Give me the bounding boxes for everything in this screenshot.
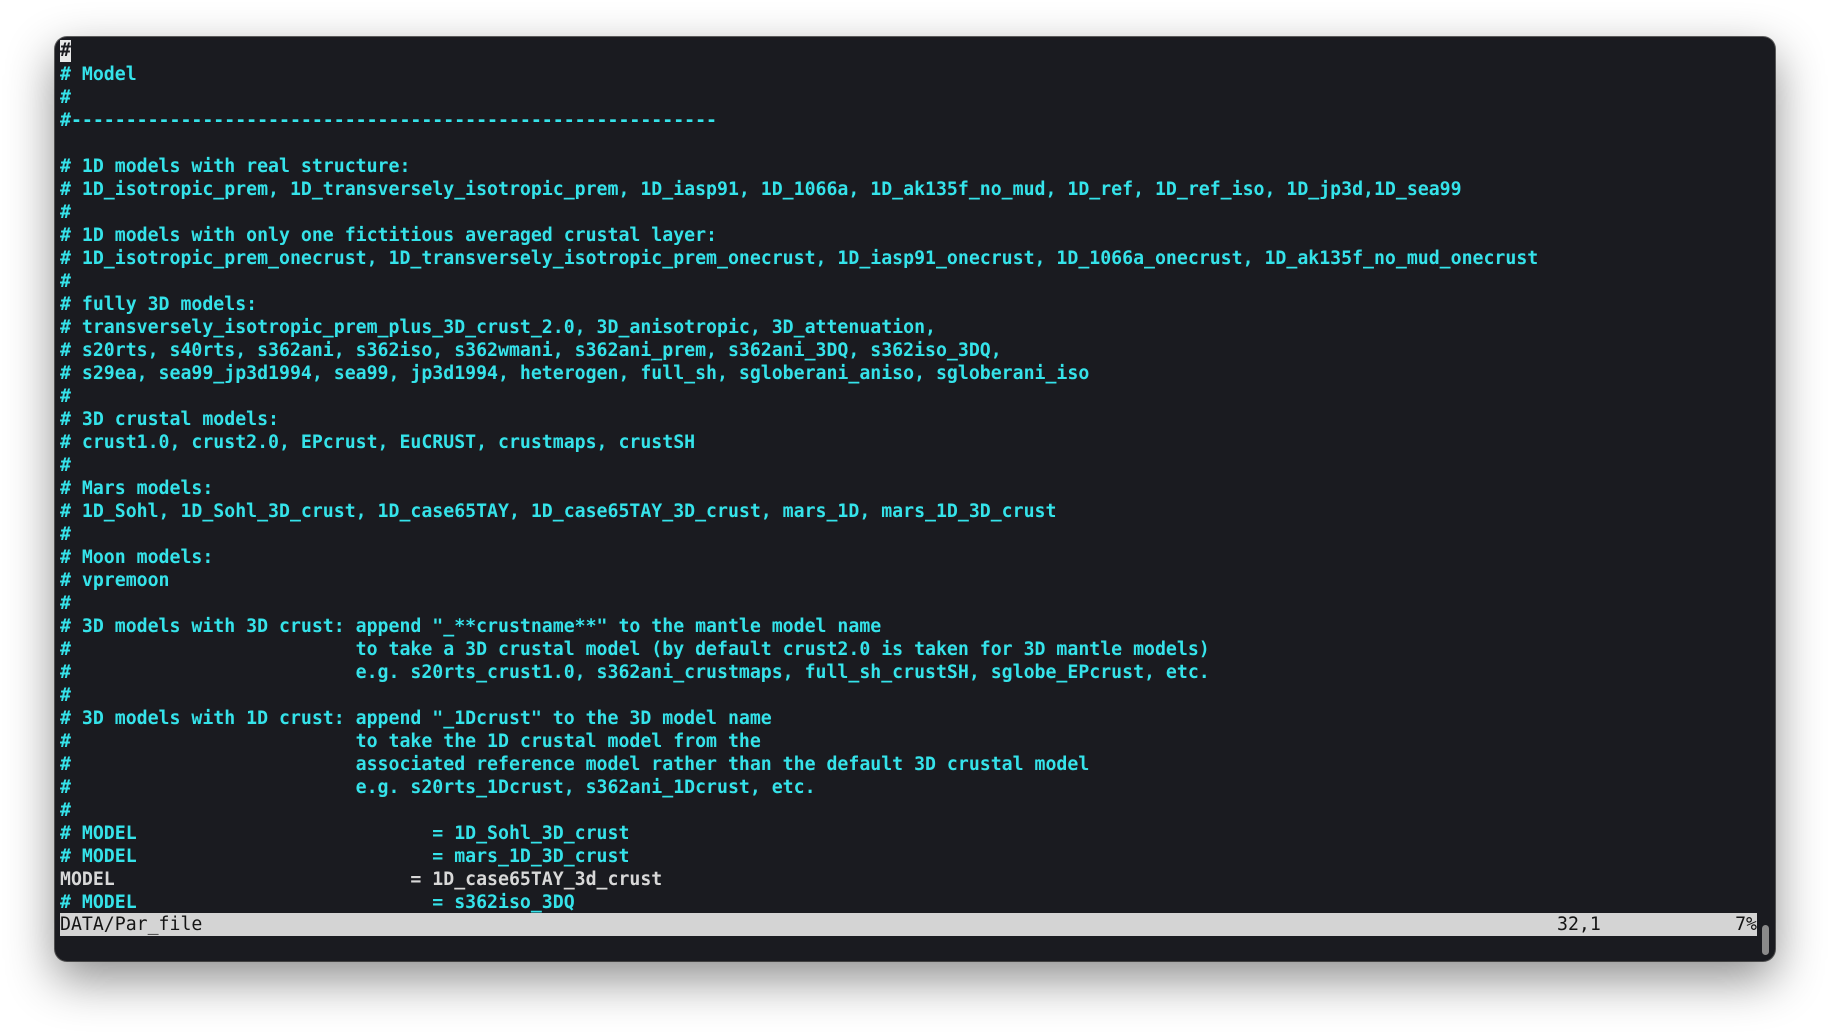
scrollbar-thumb[interactable] — [1762, 925, 1769, 955]
line-text: # 1D models with only one fictitious ave… — [60, 225, 717, 246]
line-text: # 1D models with real structure: — [60, 156, 411, 177]
line-text: # MODEL = s362iso_3DQ — [60, 892, 575, 913]
line-text: # s29ea, sea99_jp3d1994, sea99, jp3d1994… — [60, 363, 1090, 384]
line-text: # 1D_isotropic_prem_onecrust, 1D_transve… — [60, 248, 1539, 269]
comment-line: # Mars models: — [60, 477, 1757, 500]
comment-line: # — [60, 201, 1757, 224]
comment-line: # — [60, 684, 1757, 707]
comment-line — [60, 132, 1757, 155]
line-text: MODEL = 1D_case65TAY_3d_crust — [60, 869, 663, 890]
comment-line: # Moon models: — [60, 546, 1757, 569]
line-text: # MODEL = 1D_Sohl_3D_crust — [60, 823, 630, 844]
comment-line: # to take a 3D crustal model (by default… — [60, 638, 1757, 661]
line-text: # to take a 3D crustal model (by default… — [60, 639, 1210, 660]
status-cursor-position: 32,1 — [1557, 914, 1601, 935]
comment-line: # transversely_isotropic_prem_plus_3D_cr… — [60, 316, 1757, 339]
line-text: #---------------------------------------… — [60, 110, 717, 131]
comment-line: # s20rts, s40rts, s362ani, s362iso, s362… — [60, 339, 1757, 362]
text-cursor: # — [60, 40, 71, 62]
line-text: # — [60, 685, 71, 706]
terminal-window: # # Model # #------------------------------… — [55, 37, 1775, 961]
comment-line: # — [60, 523, 1757, 546]
line-text: # 3D models with 1D crust: append "_1Dcr… — [60, 708, 772, 729]
comment-line: # s29ea, sea99_jp3d1994, sea99, jp3d1994… — [60, 362, 1757, 385]
line-text: # s20rts, s40rts, s362ani, s362iso, s362… — [60, 340, 1002, 361]
comment-line: # MODEL = 1D_Sohl_3D_crust — [60, 822, 1757, 845]
vertical-scrollbar[interactable] — [1761, 37, 1771, 961]
line-text: # MODEL = mars_1D_3D_crust — [60, 846, 630, 867]
line-text: # — [60, 455, 71, 476]
line-text: # — [60, 593, 71, 614]
comment-line: # 1D models with real structure: — [60, 155, 1757, 178]
comment-line: #---------------------------------------… — [60, 109, 1757, 132]
line-text: # e.g. s20rts_crust1.0, s362ani_crustmap… — [60, 662, 1210, 683]
line-text: # — [60, 524, 71, 545]
comment-line: # — [60, 270, 1757, 293]
comment-line: # e.g. s20rts_crust1.0, s362ani_crustmap… — [60, 661, 1757, 684]
line-text: # e.g. s20rts_1Dcrust, s362ani_1Dcrust, … — [60, 777, 816, 798]
comment-line: # 1D_isotropic_prem_onecrust, 1D_transve… — [60, 247, 1757, 270]
comment-line: # — [60, 592, 1757, 615]
line-text: # Model — [60, 64, 137, 85]
line-text: # transversely_isotropic_prem_plus_3D_cr… — [60, 317, 936, 338]
line-text: # 3D models with 3D crust: append "_**cr… — [60, 616, 882, 637]
comment-line: # — [60, 454, 1757, 477]
comment-line: # 1D_isotropic_prem, 1D_transversely_iso… — [60, 178, 1757, 201]
line-text: # — [60, 202, 71, 223]
comment-line: # crust1.0, crust2.0, EPcrust, EuCRUST, … — [60, 431, 1757, 454]
comment-line: # 1D models with only one fictitious ave… — [60, 224, 1757, 247]
line-text: # 3D crustal models: — [60, 409, 279, 430]
comment-line: # Model — [60, 63, 1757, 86]
vim-status-line: DATA/Par_file 32,1 7% — [60, 913, 1757, 936]
line-text: # fully 3D models: — [60, 294, 258, 315]
comment-line: # associated reference model rather than… — [60, 753, 1757, 776]
status-filename: DATA/Par_file — [60, 914, 203, 935]
line-text: # — [60, 87, 71, 108]
comment-line: # — [60, 385, 1757, 408]
code-line: MODEL = 1D_case65TAY_3d_crust — [60, 868, 1757, 891]
line-text: # — [60, 271, 71, 292]
comment-line: # 1D_Sohl, 1D_Sohl_3D_crust, 1D_case65TA… — [60, 500, 1757, 523]
comment-line: # 3D models with 1D crust: append "_1Dcr… — [60, 707, 1757, 730]
line-text: # — [60, 800, 71, 821]
comment-line: # 3D models with 3D crust: append "_**cr… — [60, 615, 1757, 638]
comment-line: # to take the 1D crustal model from the — [60, 730, 1757, 753]
comment-line: # — [60, 86, 1757, 109]
comment-line: # 3D crustal models: — [60, 408, 1757, 431]
line-text: # 1D_isotropic_prem, 1D_transversely_iso… — [60, 179, 1462, 200]
comment-line: # e.g. s20rts_1Dcrust, s362ani_1Dcrust, … — [60, 776, 1757, 799]
comment-line: # MODEL = mars_1D_3D_crust — [60, 845, 1757, 868]
line-text: # 1D_Sohl, 1D_Sohl_3D_crust, 1D_case65TA… — [60, 501, 1057, 522]
line-text: # crust1.0, crust2.0, EPcrust, EuCRUST, … — [60, 432, 696, 453]
comment-line: # fully 3D models: — [60, 293, 1757, 316]
line-text: # to take the 1D crustal model from the — [60, 731, 761, 752]
line-text: # Mars models: — [60, 478, 214, 499]
status-scroll-percent: 7% — [1735, 914, 1757, 935]
comment-line: # — [60, 799, 1757, 822]
line-text: # vpremoon — [60, 570, 170, 591]
line-text: # associated reference model rather than… — [60, 754, 1090, 775]
line-text: # — [60, 386, 71, 407]
comment-line: # vpremoon — [60, 569, 1757, 592]
comment-line: # — [60, 40, 1757, 63]
comment-line: # MODEL = s362iso_3DQ — [60, 891, 1757, 914]
vim-editor-buffer[interactable]: # # Model # #------------------------------… — [60, 40, 1757, 916]
line-text: # Moon models: — [60, 547, 214, 568]
